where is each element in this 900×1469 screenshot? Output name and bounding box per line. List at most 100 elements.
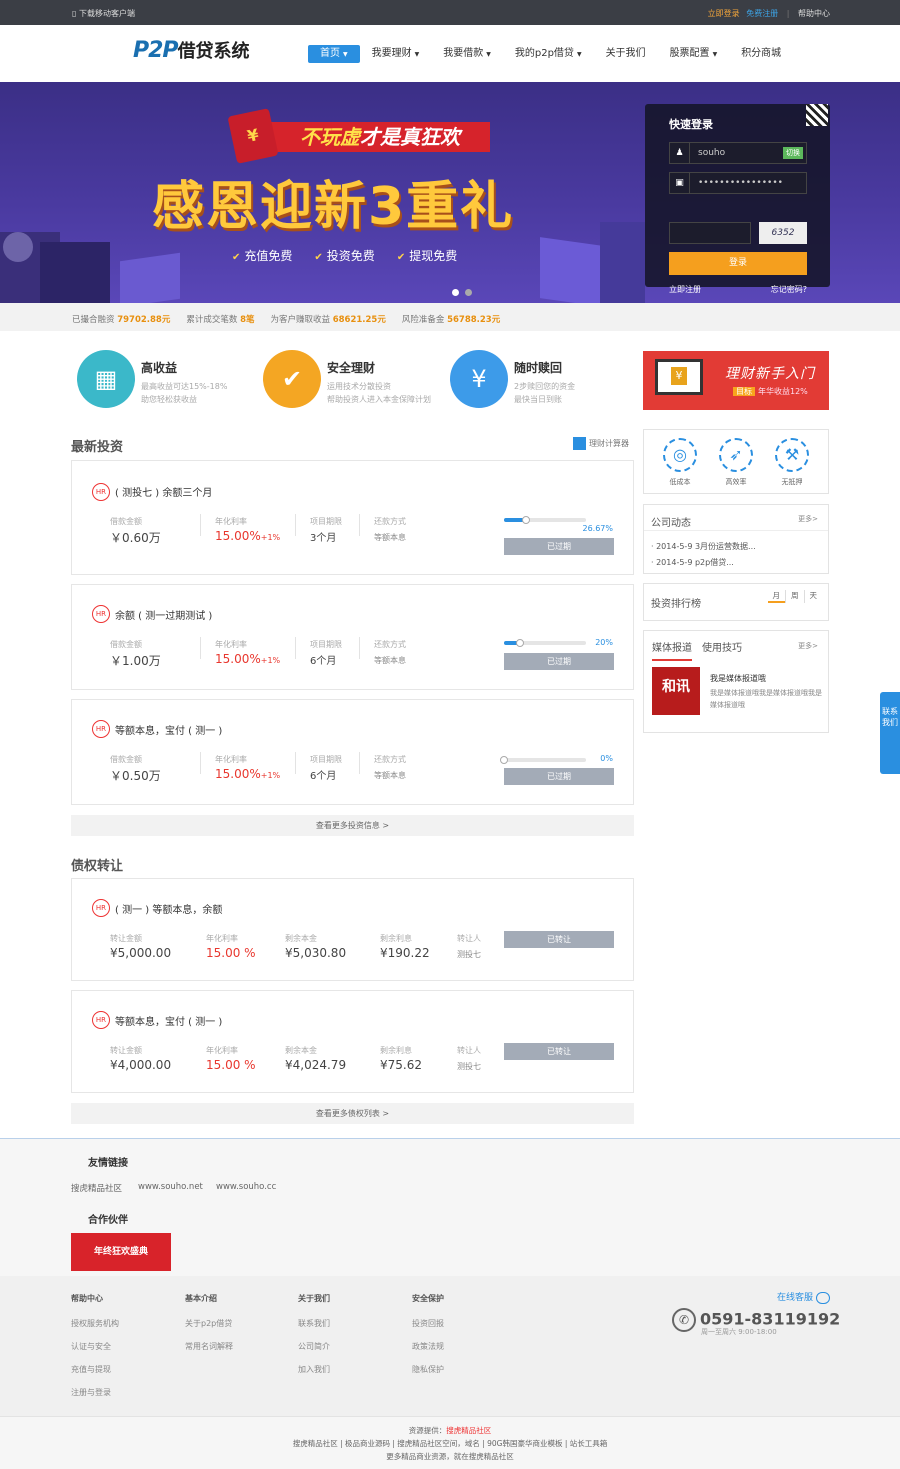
loan-card[interactable]: HR 余额 ( 测一过期测试 ) 借款金额 ￥1.00万 年化利率 15.00%… <box>71 584 634 690</box>
bottom-slogan: 更多精品商业资源，就在搜虎精品社区 <box>386 1452 514 1461</box>
nav-borrow[interactable]: 我要借款 ▼ <box>431 45 503 63</box>
forgot-password-link[interactable]: 忘记密码? <box>771 284 807 295</box>
label-amount: 转让金额 <box>110 1046 142 1055</box>
footer-link[interactable]: 注册与登录 <box>71 1387 119 1398</box>
status-button[interactable]: 已转让 <box>504 931 614 948</box>
news-item[interactable]: · 2014-5-9 3月份运营数据... <box>651 541 756 552</box>
label-amount: 借款金额 <box>110 640 142 649</box>
media-title[interactable]: 我是媒体报道哦 <box>710 673 766 684</box>
status-button[interactable]: 已转让 <box>504 1043 614 1060</box>
nav-home[interactable]: 首页 ▼ <box>308 45 360 63</box>
nav-invest[interactable]: 我要理财 ▼ <box>360 45 432 63</box>
friend-link[interactable]: www.souho.cc <box>216 1182 276 1192</box>
carousel-dot[interactable] <box>452 289 459 296</box>
progress-knob <box>521 516 530 524</box>
username-field[interactable]: ♟ souho 切换 <box>669 142 807 164</box>
status-button[interactable]: 已过期 <box>504 653 614 670</box>
media-more-link[interactable]: 更多> <box>798 641 818 651</box>
loan-title[interactable]: 等额本息，宝付 ( 测一 ) <box>115 722 222 737</box>
transfer-card[interactable]: HR 等额本息，宝付 ( 测一 ) 转让金额 ¥4,000.00 年化利率 15… <box>71 990 634 1093</box>
captcha-image[interactable]: 6352 <box>759 222 807 244</box>
tab-day[interactable]: 天 <box>803 590 823 603</box>
more-transfer-link[interactable]: 查看更多债权列表 > <box>71 1103 634 1124</box>
contact-us-float[interactable]: 联系我们 <box>880 692 900 774</box>
label-term: 项目期限 <box>310 640 342 649</box>
friend-link[interactable]: 搜虎精品社区 <box>71 1182 122 1194</box>
bottom-links[interactable]: 搜虎精品社区 | 极品商业源码 | 搜虎精品社区空间，域名 | 90G韩国豪华商… <box>0 1438 900 1449</box>
footer-link[interactable]: 认证与安全 <box>71 1341 119 1352</box>
footer-link[interactable]: 充值与提现 <box>71 1364 119 1375</box>
footer-link[interactable]: 政策法规 <box>412 1341 444 1352</box>
feature-safe-invest: ✔ 安全理财 运用技术分散投资 帮助投资人进入本金保障计划 <box>263 350 443 410</box>
building-shape <box>40 242 110 303</box>
nav-stock[interactable]: 股票配置 ▼ <box>658 45 730 63</box>
tab-tips[interactable]: 使用技巧 <box>702 639 742 661</box>
online-service-link[interactable]: 在线客服 <box>777 1290 830 1304</box>
footer-link[interactable]: 隐私保护 <box>412 1364 444 1375</box>
advantage-label: 低成本 <box>669 478 691 486</box>
red-envelope-icon: ¥ <box>227 108 279 164</box>
footer-link[interactable]: 授权服务机构 <box>71 1318 119 1329</box>
advantage-label: 高效率 <box>725 478 747 486</box>
download-app-link[interactable]: ▯ 下载移动客户端 <box>72 8 135 19</box>
progress-percent: 0% <box>600 754 613 763</box>
tab-week[interactable]: 周 <box>785 590 804 603</box>
captcha-input[interactable] <box>669 222 751 244</box>
footer-link[interactable]: 投资回报 <box>412 1318 444 1329</box>
divider <box>295 514 296 536</box>
password-field[interactable]: ▣ •••••••••••••••• <box>669 172 807 194</box>
carousel-dot[interactable] <box>465 289 472 296</box>
partner-banner[interactable]: 年终狂欢盛典 <box>71 1233 171 1271</box>
login-link[interactable]: 立即登录 <box>708 9 740 18</box>
nav-label: 积分商城 <box>741 48 782 59</box>
transfer-title[interactable]: 等额本息，宝付 ( 测一 ) <box>115 1013 222 1028</box>
nav-about[interactable]: 关于我们 <box>594 45 658 63</box>
qr-code-icon[interactable] <box>806 104 828 126</box>
news-more-link[interactable]: 更多> <box>798 514 818 524</box>
loan-card[interactable]: HR ( 测投七 ) 余额三个月 借款金额 ￥0.60万 年化利率 15.00%… <box>71 460 634 575</box>
progress-knob <box>500 756 508 764</box>
help-center-link[interactable]: 帮助中心 <box>798 9 830 18</box>
footer-link[interactable]: 加入我们 <box>298 1364 330 1375</box>
newbie-promo-banner[interactable]: 理财新手入门 目标年华收益12% <box>643 351 829 410</box>
footer-link[interactable]: 常用名词解释 <box>185 1341 233 1352</box>
page: ▯ 下载移动客户端 立即登录 免费注册 | 帮助中心 P2P借贷系统 首页 ▼ 我… <box>0 0 900 1469</box>
nav-points-mall[interactable]: 积分商城 <box>729 45 793 63</box>
label-amount: 借款金额 <box>110 517 142 526</box>
stat-item: 风险准备金 56788.23元 <box>402 313 500 325</box>
news-item[interactable]: · 2014-5-9 p2p借贷... <box>651 557 734 568</box>
loan-card[interactable]: HR 等额本息，宝付 ( 测一 ) 借款金额 ￥0.50万 年化利率 15.00… <box>71 699 634 805</box>
register-now-link[interactable]: 立即注册 <box>669 284 701 295</box>
transfer-principal: ¥4,024.79 <box>285 1058 347 1072</box>
more-invest-link[interactable]: 查看更多投资信息 > <box>71 815 634 836</box>
rate-value: 15.00% <box>215 652 261 666</box>
label-repay: 还款方式 <box>374 640 406 649</box>
password-value: •••••••••••••••• <box>698 178 783 188</box>
status-button[interactable]: 已过期 <box>504 768 614 785</box>
loan-title[interactable]: 余额 ( 测一过期测试 ) <box>115 607 212 622</box>
footer-link[interactable]: 联系我们 <box>298 1318 330 1329</box>
tab-month[interactable]: 月 <box>767 590 785 603</box>
logo[interactable]: P2P借贷系统 <box>133 37 250 63</box>
calculator-link[interactable]: 理财计算器 <box>573 437 629 450</box>
hero-banner[interactable]: 不玩虚才是真狂欢 ¥ 感恩迎新3重礼 充值免费 投资免费 提现免费 快速登录 ♟… <box>0 82 900 303</box>
nav-my-account[interactable]: 我的p2p借贷 ▼ <box>503 45 594 63</box>
footer-link[interactable]: 公司简介 <box>298 1341 330 1352</box>
source-link[interactable]: 搜虎精品社区 <box>446 1426 491 1435</box>
status-button[interactable]: 已过期 <box>504 538 614 555</box>
footer-link[interactable]: 关于p2p借贷 <box>185 1318 233 1329</box>
loan-title[interactable]: ( 测投七 ) 余额三个月 <box>115 484 212 499</box>
register-link[interactable]: 免费注册 <box>746 9 778 18</box>
feature-desc-line: 2步赎回您的资金 <box>514 382 576 391</box>
login-button[interactable]: 登录 <box>669 252 807 275</box>
transfer-card[interactable]: HR ( 测一 ) 等额本息，余额 转让金额 ¥5,000.00 年化利率 15… <box>71 878 634 981</box>
friend-link[interactable]: www.souho.net <box>138 1182 203 1192</box>
footer-col-title: 关于我们 <box>298 1294 330 1303</box>
tab-media-report[interactable]: 媒体报道 <box>652 639 692 661</box>
transfer-title[interactable]: ( 测一 ) 等额本息，余额 <box>115 901 222 916</box>
phone-hours: 周一至周六 9:00-18:00 <box>701 1328 777 1336</box>
hexun-logo[interactable]: 和讯 <box>652 667 700 715</box>
switch-account-button[interactable]: 切换 <box>783 147 803 159</box>
label-rate: 年化利率 <box>206 934 238 943</box>
promo-tag: 目标 <box>733 387 755 396</box>
